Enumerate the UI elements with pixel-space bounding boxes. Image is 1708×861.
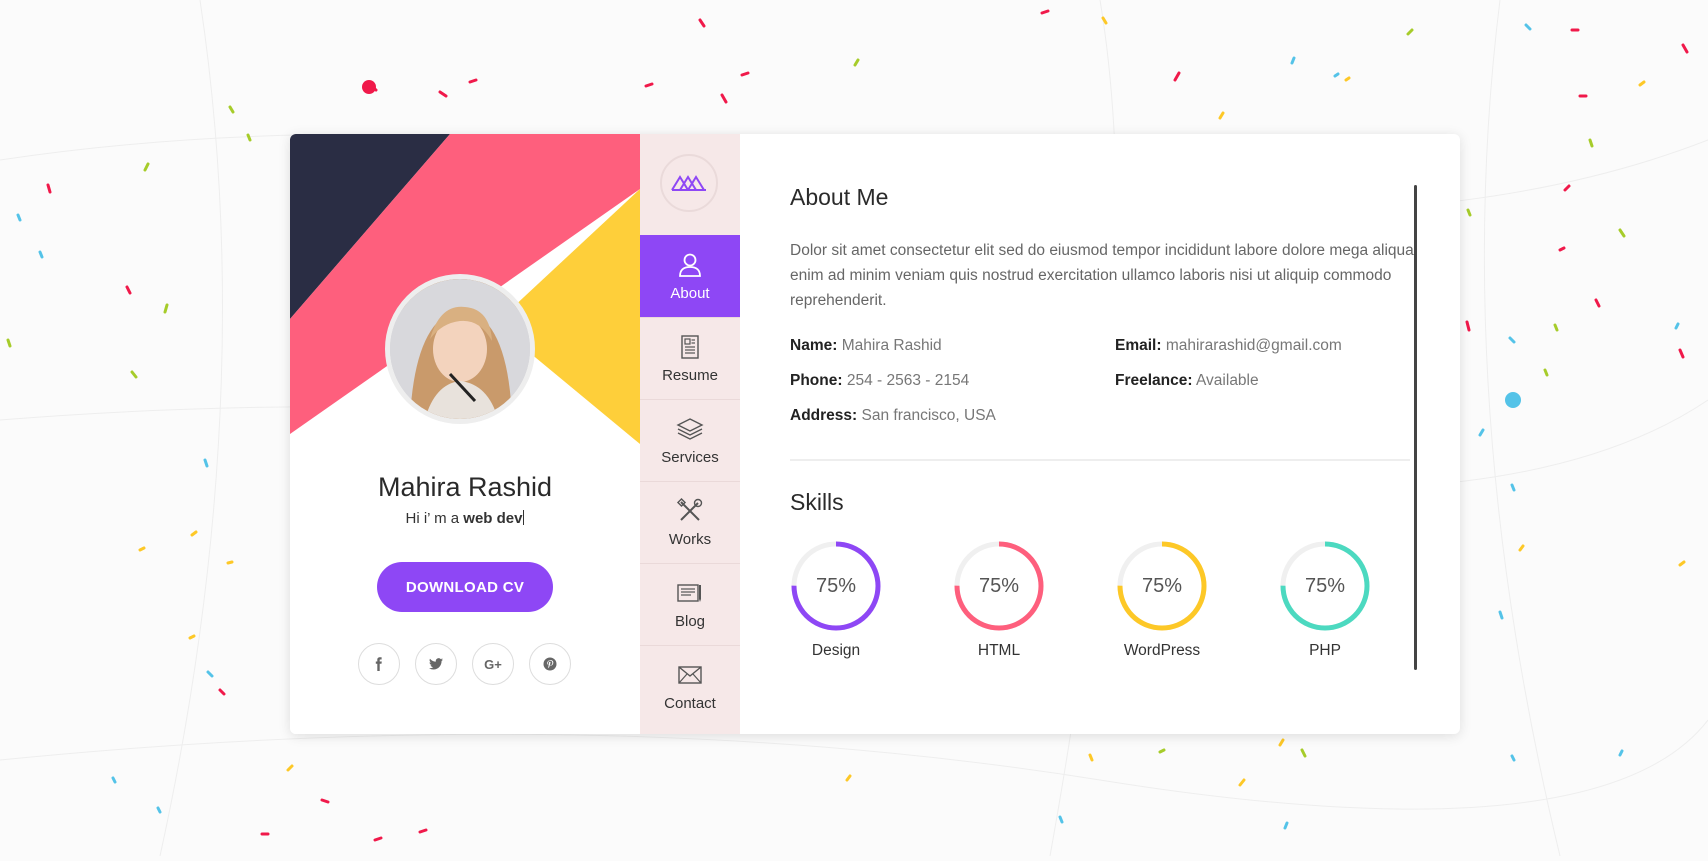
- info-label: Freelance:: [1115, 372, 1193, 389]
- info-value: San francisco, USA: [861, 407, 996, 424]
- nav-item-contact[interactable]: Contact: [640, 645, 740, 727]
- pinterest-icon[interactable]: [529, 643, 571, 685]
- skill-label: WordPress: [1123, 642, 1201, 659]
- skill-label: PHP: [1309, 642, 1341, 659]
- nav-label: Blog: [674, 613, 706, 630]
- info-value: 254 - 2563 - 2154: [846, 372, 970, 389]
- info-value: Available: [1196, 372, 1259, 389]
- about-description: Dolor sit amet consectetur elit sed do e…: [790, 242, 1414, 309]
- side-nav: About Resume Services Works Blog Contact: [640, 134, 740, 734]
- skill-wordpress: 75% WordPress: [1116, 540, 1208, 660]
- skill-label: Design: [811, 642, 861, 659]
- google-plus-icon[interactable]: G+: [472, 643, 514, 685]
- skill-percent: 75%: [815, 575, 857, 597]
- profile-card: Mahira Rashid Hi i’ m a web dev DOWNLOAD…: [290, 134, 1460, 734]
- tagline-highlight: web dev: [463, 510, 523, 527]
- layers-icon: [676, 418, 704, 440]
- download-cv-button[interactable]: DOWNLOAD CV: [377, 562, 553, 612]
- social-links: G+: [358, 643, 571, 685]
- info-email: Email: mahirarashid@gmail.com: [1115, 337, 1342, 355]
- skill-html: 75% HTML: [953, 540, 1045, 660]
- facebook-icon[interactable]: [358, 643, 400, 685]
- info-label: Phone:: [790, 372, 843, 389]
- tagline-prefix: Hi i’ m a: [405, 510, 464, 527]
- nav-label: Services: [661, 449, 719, 466]
- profile-panel: Mahira Rashid Hi i’ m a web dev DOWNLOAD…: [290, 134, 640, 734]
- info-value: Mahira Rashid: [841, 337, 942, 354]
- content-scrollbar[interactable]: [1414, 185, 1417, 670]
- info-label: Name:: [790, 337, 838, 354]
- nav-item-about[interactable]: About: [640, 235, 740, 317]
- skill-php: 75% PHP: [1279, 540, 1371, 660]
- info-phone: Phone: 254 - 2563 - 2154: [790, 372, 969, 390]
- nav-item-services[interactable]: Services: [640, 399, 740, 481]
- info-value: mahirarashid@gmail.com: [1165, 337, 1342, 354]
- nav-item-resume[interactable]: Resume: [640, 317, 740, 399]
- about-section: About Me Dolor sit amet consectetur elit…: [740, 134, 1460, 734]
- resume-icon: [681, 335, 699, 359]
- skills-title: Skills: [790, 489, 844, 515]
- twitter-icon[interactable]: [415, 643, 457, 685]
- nav-item-blog[interactable]: Blog: [640, 563, 740, 645]
- skill-label: HTML: [977, 642, 1021, 659]
- nav-label: Works: [668, 531, 712, 548]
- info-label: Address:: [790, 407, 858, 424]
- logo-icon: [671, 175, 706, 191]
- skill-percent: 75%: [1141, 575, 1183, 597]
- info-freelance: Freelance: Available: [1115, 372, 1259, 390]
- skill-percent: 75%: [1304, 575, 1346, 597]
- nav-label: Contact: [664, 695, 716, 712]
- nav-item-works[interactable]: Works: [640, 481, 740, 563]
- avatar: [385, 274, 535, 424]
- envelope-icon: [678, 666, 702, 684]
- tools-icon: [676, 497, 703, 521]
- blog-icon: [677, 584, 701, 602]
- profile-tagline: Hi i’ m a web dev: [290, 510, 640, 527]
- nav-label: Resume: [662, 367, 718, 384]
- logo[interactable]: [660, 154, 718, 212]
- nav-label: About: [670, 284, 710, 302]
- about-title: About Me: [790, 184, 889, 210]
- typing-cursor: [523, 510, 525, 525]
- profile-name: Mahira Rashid: [377, 472, 553, 502]
- info-address: Address: San francisco, USA: [790, 407, 996, 425]
- user-icon: [679, 253, 701, 277]
- info-label: Email:: [1115, 337, 1162, 354]
- info-name: Name: Mahira Rashid: [790, 337, 942, 355]
- skill-percent: 75%: [978, 575, 1020, 597]
- skill-design: 75% Design: [790, 540, 882, 660]
- section-divider: [790, 459, 1410, 461]
